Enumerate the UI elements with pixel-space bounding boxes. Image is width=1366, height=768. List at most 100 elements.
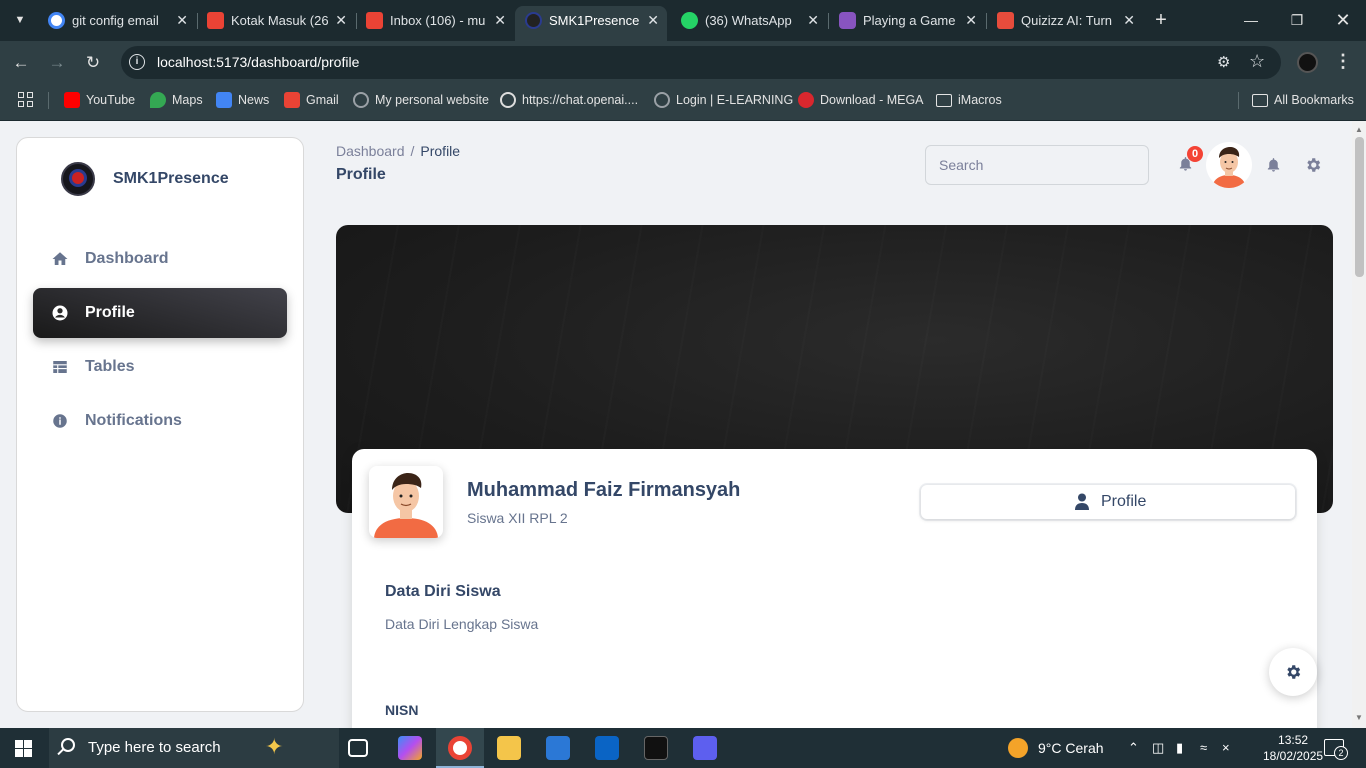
close-icon[interactable]: ✕: [807, 6, 819, 35]
bell-icon[interactable]: [1265, 156, 1282, 173]
folder-icon: [936, 94, 952, 107]
account-circle-icon: [52, 305, 68, 321]
scroll-down-arrow-icon[interactable]: ▼: [1355, 713, 1363, 722]
bookmark-chat-openai[interactable]: https://chat.openai....: [500, 84, 638, 116]
gmail-icon: [284, 92, 300, 108]
search-icon: [61, 738, 75, 752]
microsoft-store-icon[interactable]: [546, 736, 570, 760]
brand-name: SMK1Presence: [113, 170, 229, 187]
site-info-icon[interactable]: i: [129, 54, 145, 70]
whatsapp-icon: [681, 12, 698, 29]
bookmark-star-icon[interactable]: ☆: [1249, 51, 1265, 72]
browser-tab[interactable]: Inbox (106) - mu ✕: [356, 6, 514, 35]
chevron-up-icon[interactable]: ⌃: [1128, 728, 1139, 768]
breadcrumb: Dashboard / Profile: [336, 143, 461, 159]
close-icon[interactable]: ✕: [176, 6, 188, 35]
weather-widget[interactable]: 9°C Cerah: [1008, 728, 1104, 768]
password-key-icon[interactable]: ⚙: [1217, 53, 1230, 71]
close-window-button[interactable]: ✕: [1320, 0, 1366, 40]
smk1-logo-icon: [525, 12, 542, 29]
sidebar: SMK1Presence Dashboard Profile Tables No…: [16, 137, 304, 712]
browser-tab-active[interactable]: SMK1Presence ✕: [515, 6, 667, 41]
restore-button[interactable]: ❐: [1274, 0, 1320, 40]
openai-icon: [500, 92, 516, 108]
battery-icon[interactable]: ▮: [1176, 728, 1183, 768]
bookmarks-bar: YouTube Maps News Gmail My personal webs…: [0, 84, 1366, 121]
bookmark-personal-website[interactable]: My personal website: [353, 84, 489, 116]
globe-icon: [353, 92, 369, 108]
school-logo-icon: [61, 162, 95, 196]
bookmark-maps[interactable]: Maps: [150, 84, 203, 116]
settings-gear-icon: [1287, 665, 1301, 679]
profile-card: Muhammad Faiz Firmansyah Siswa XII RPL 2…: [352, 449, 1317, 728]
close-icon[interactable]: ✕: [335, 6, 347, 35]
user-avatar[interactable]: [1206, 142, 1252, 188]
notification-center-icon[interactable]: 2: [1324, 739, 1348, 760]
profile-avatar-image: [369, 466, 443, 538]
gmail-icon: [207, 12, 224, 29]
system-clock[interactable]: 13:52 18/02/2025: [1263, 732, 1323, 764]
profile-avatar[interactable]: [1297, 52, 1318, 73]
browser-tab[interactable]: Kotak Masuk (26 ✕: [197, 6, 355, 35]
bookmark-news[interactable]: News: [216, 84, 269, 116]
copilot-icon[interactable]: [398, 736, 422, 760]
bookmark-folder-imacros[interactable]: iMacros: [936, 84, 1002, 116]
all-bookmarks[interactable]: All Bookmarks: [1252, 84, 1354, 116]
scroll-up-arrow-icon[interactable]: ▲: [1355, 125, 1363, 134]
file-explorer-icon[interactable]: [497, 736, 521, 760]
menu-kebab-icon[interactable]: ⋮: [1334, 51, 1352, 72]
terminal-app-icon[interactable]: [644, 736, 668, 760]
minimize-button[interactable]: —: [1228, 0, 1274, 40]
chrome-icon[interactable]: [448, 736, 472, 760]
tab-profile[interactable]: Profile: [921, 485, 1295, 519]
bookmark-mega[interactable]: Download - MEGA: [798, 84, 924, 116]
close-icon[interactable]: ✕: [494, 6, 506, 35]
browser-tab[interactable]: (36) WhatsApp ✕: [671, 6, 827, 35]
close-icon[interactable]: ✕: [1123, 6, 1135, 35]
bookmark-elearning[interactable]: Login | E-LEARNING: [654, 84, 793, 116]
search-input[interactable]: [925, 145, 1149, 185]
info-icon: [53, 414, 67, 428]
settings-gear-icon[interactable]: [1304, 156, 1322, 174]
student-class: Siswa XII RPL 2: [467, 510, 568, 526]
meet-icon[interactable]: ◫: [1152, 728, 1164, 768]
new-tab-button[interactable]: +: [1150, 8, 1172, 32]
wifi-icon[interactable]: ≈: [1200, 728, 1207, 768]
sidebar-item-notifications[interactable]: Notifications: [33, 396, 287, 446]
bookmark-youtube[interactable]: YouTube: [64, 84, 135, 116]
page-scrollbar[interactable]: ▲ ▼: [1352, 121, 1366, 728]
breadcrumb-current: Profile: [420, 143, 461, 159]
profile-tabs: Profile: [919, 483, 1297, 521]
task-view-icon[interactable]: [348, 739, 368, 757]
reload-button[interactable]: ↻: [80, 50, 106, 76]
app-icon[interactable]: [693, 736, 717, 760]
sidebar-item-tables[interactable]: Tables: [33, 342, 287, 392]
sidebar-item-profile[interactable]: Profile: [33, 288, 287, 338]
close-icon[interactable]: ✕: [965, 6, 977, 35]
youtube-icon: [64, 92, 80, 108]
sidebar-item-label: Profile: [85, 304, 135, 321]
volume-muted-icon[interactable]: ×: [1222, 728, 1230, 768]
breadcrumb-dashboard[interactable]: Dashboard: [336, 143, 405, 159]
avatar-illustration: [1212, 147, 1246, 188]
sidebar-item-label: Dashboard: [85, 250, 169, 267]
partly-cloudy-icon: [1008, 738, 1028, 758]
forward-button[interactable]: →: [44, 50, 70, 76]
address-bar[interactable]: i localhost:5173/dashboard/profile ⚙ ☆: [121, 46, 1281, 79]
maps-icon: [150, 92, 166, 108]
browser-tab[interactable]: Quizizz AI: Turn ✕: [987, 6, 1143, 35]
bookmark-gmail[interactable]: Gmail: [284, 84, 339, 116]
browser-tab[interactable]: git config email ✕: [38, 6, 196, 35]
scrollbar-thumb[interactable]: [1355, 137, 1364, 277]
taskbar-search[interactable]: Type here to search ✦: [49, 728, 339, 768]
apps-grid-icon[interactable]: [18, 92, 34, 108]
sidebar-item-dashboard[interactable]: Dashboard: [33, 234, 287, 284]
back-button[interactable]: ←: [8, 50, 34, 76]
tab-search-button[interactable]: ▼: [6, 8, 34, 32]
close-icon[interactable]: ✕: [647, 6, 659, 35]
windows-start-icon[interactable]: [15, 740, 32, 757]
url-text[interactable]: localhost:5173/dashboard/profile: [157, 46, 359, 79]
outlook-icon[interactable]: [595, 736, 619, 760]
browser-tab[interactable]: Playing a Game ✕: [829, 6, 985, 35]
configurator-button[interactable]: [1269, 648, 1317, 696]
